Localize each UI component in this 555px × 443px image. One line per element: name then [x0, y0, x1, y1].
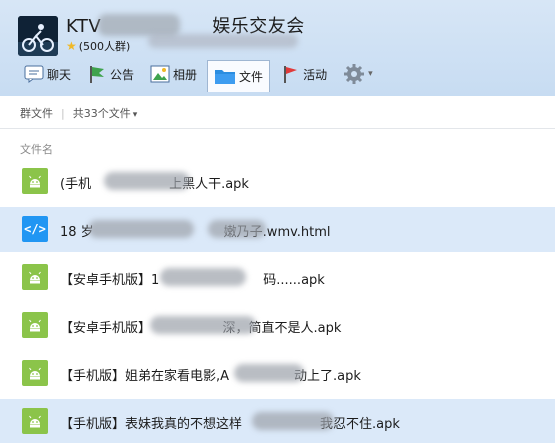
file-row[interactable]: 【安卓手机版】 深，简直不是人.apk: [0, 303, 555, 348]
redaction-blur: [98, 14, 180, 36]
group-tabs: 聊天 公告 相册 文件 活动 ▾: [18, 58, 383, 92]
gear-icon: [343, 63, 365, 85]
redaction-blur: [252, 412, 334, 430]
settings-button[interactable]: ▾: [337, 60, 379, 88]
breadcrumb: 群文件 | 共33个文件 ▾: [0, 96, 555, 129]
android-icon: [22, 264, 48, 290]
redaction-blur: [88, 220, 194, 238]
redaction-blur: [160, 268, 246, 286]
chat-icon: [24, 65, 44, 83]
column-header-filename[interactable]: 文件名: [20, 141, 53, 157]
chevron-down-icon: ▾: [368, 69, 373, 79]
tab-files[interactable]: 文件: [207, 59, 271, 92]
android-icon: [22, 312, 48, 338]
html-file-icon: </>: [22, 216, 48, 242]
redaction-blur: [234, 364, 304, 382]
redaction-blur: [104, 172, 190, 190]
star-icon: ★: [66, 39, 77, 53]
tab-announcement[interactable]: 公告: [81, 60, 140, 88]
android-icon: [22, 408, 48, 434]
file-row[interactable]: 【手机版】表妹我真的不想这样 我忍不住.apk: [0, 399, 555, 443]
file-list: (手机 上黑人干.apk </> 18 岁 嫩乃子.wmv.html 【安卓手机…: [0, 159, 555, 443]
group-avatar[interactable]: [18, 16, 58, 56]
red-flag-icon: [280, 64, 300, 84]
file-count-dropdown[interactable]: 共33个文件 ▾: [73, 107, 138, 120]
android-icon: [22, 168, 48, 194]
tab-chat[interactable]: 聊天: [18, 60, 77, 88]
photo-icon: [150, 65, 170, 83]
redaction-blur: [150, 316, 256, 334]
redaction-blur: [148, 34, 298, 48]
chevron-down-icon: ▾: [132, 110, 138, 120]
group-window: KTV 娱乐交友会 ★ (500人群) 聊天 公告 相册 文件 活动 ▾ 群文件…: [0, 0, 555, 443]
folder-icon: [214, 67, 236, 85]
file-row[interactable]: (手机 上黑人干.apk: [0, 159, 555, 204]
file-name: 【手机版】表妹我真的不想这样 我忍不住.apk: [60, 417, 400, 432]
tab-album[interactable]: 相册: [144, 60, 203, 88]
group-header: KTV 娱乐交友会 ★ (500人群) 聊天 公告 相册 文件 活动 ▾: [0, 0, 555, 96]
breadcrumb-root[interactable]: 群文件: [20, 107, 53, 120]
member-count: ★ (500人群): [66, 39, 131, 53]
file-row[interactable]: 【手机版】姐弟在家看电影,A 动上了.apk: [0, 351, 555, 396]
file-row[interactable]: </> 18 岁 嫩乃子.wmv.html: [0, 207, 555, 252]
tab-activity[interactable]: 活动: [274, 60, 333, 88]
file-row[interactable]: 【安卓手机版】1 码......apk: [0, 255, 555, 300]
file-name: 【手机版】姐弟在家看电影,A 动上了.apk: [60, 369, 361, 384]
redaction-blur: [208, 220, 266, 238]
android-icon: [22, 360, 48, 386]
flag-icon: [87, 64, 107, 84]
